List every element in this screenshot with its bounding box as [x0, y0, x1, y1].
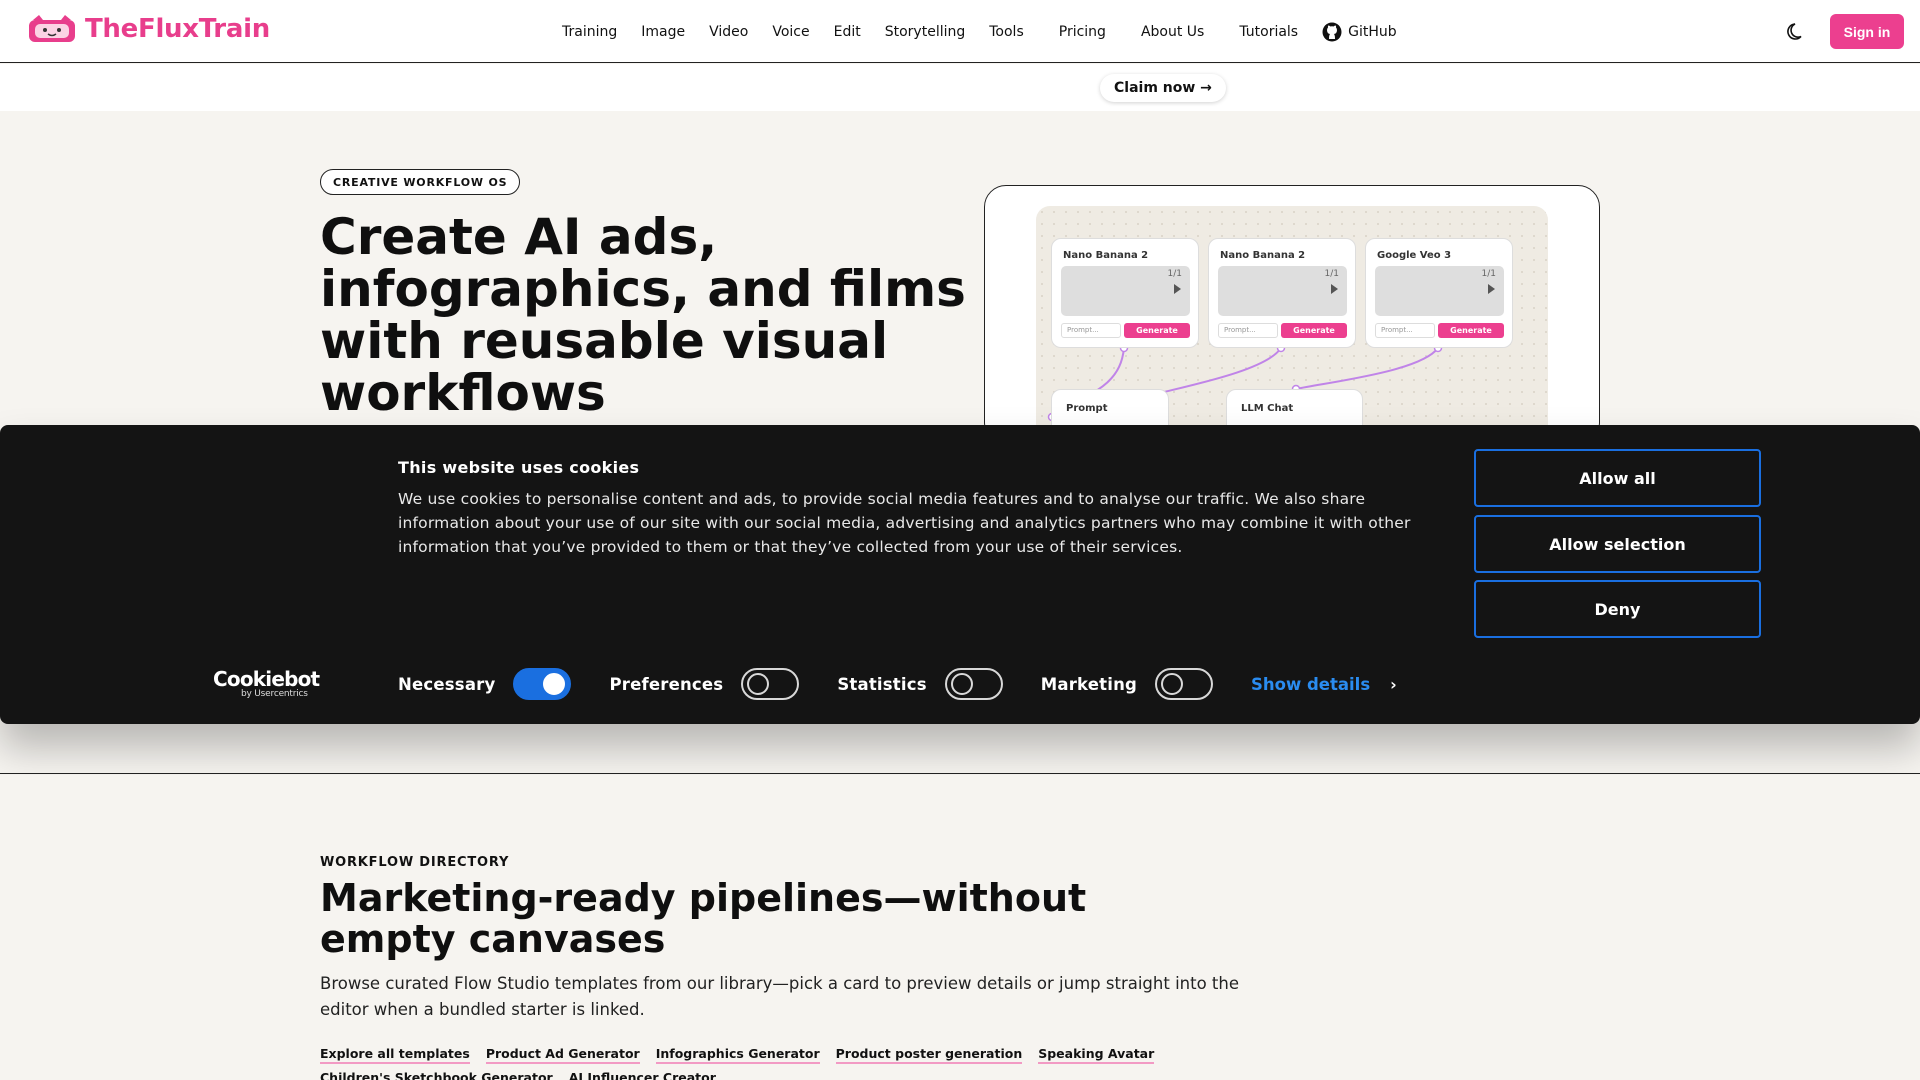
- chevron-right-icon: ›: [1390, 674, 1397, 694]
- toggle-knob: [950, 673, 973, 695]
- node-title: Prompt: [1066, 403, 1108, 414]
- workflow-canvas: Nano Banana 2 1/1 Prompt... Generate Nan…: [1036, 206, 1548, 444]
- template-links: Explore all templates Product Ad Generat…: [320, 1046, 1220, 1080]
- node-title: Nano Banana 2: [1063, 250, 1149, 261]
- link-infographics-generator[interactable]: Infographics Generator: [655, 1046, 820, 1064]
- nav-github-label: GitHub: [1348, 23, 1397, 40]
- node-generate-button[interactable]: Generate: [1281, 323, 1347, 338]
- node-preview: 1/1: [1061, 266, 1190, 316]
- node-preview: 1/1: [1218, 266, 1347, 316]
- section-description: Browse curated Flow Studio templates fro…: [320, 974, 1239, 1019]
- toggle-knob: [1161, 673, 1184, 695]
- play-icon[interactable]: [1331, 284, 1338, 294]
- workflow-node-nano-banana-2[interactable]: Nano Banana 2 1/1 Prompt... Generate: [1208, 238, 1356, 348]
- link-ai-influencer-creator[interactable]: AI Influencer Creator: [569, 1070, 716, 1080]
- toggle-knob: [747, 673, 770, 695]
- main-nav: Training Image Video Voice Edit Storytel…: [562, 0, 1421, 63]
- brand-name: TheFluxTrain: [85, 14, 270, 44]
- statistics-toggle[interactable]: [944, 668, 1003, 700]
- hero-title: Create AI ads, infographics, and films w…: [320, 208, 966, 422]
- nav-tools[interactable]: Tools: [989, 24, 1024, 40]
- play-icon[interactable]: [1174, 284, 1181, 294]
- consent-label-marketing: Marketing: [1040, 674, 1138, 694]
- section-title: Marketing-ready pipelines—without empty …: [320, 876, 1087, 961]
- node-prompt-input[interactable]: Prompt...: [1218, 323, 1278, 338]
- link-product-poster-generation[interactable]: Product poster generation: [835, 1046, 1023, 1064]
- marketing-toggle[interactable]: [1155, 668, 1214, 700]
- allow-selection-button[interactable]: Allow selection: [1474, 515, 1761, 573]
- cookie-banner-title: This website uses cookies: [398, 458, 640, 477]
- node-title: LLM Chat: [1241, 403, 1294, 414]
- claim-now-button[interactable]: Claim now →: [1100, 74, 1226, 102]
- dark-mode-moon-icon[interactable]: [1786, 21, 1808, 43]
- node-count: 1/1: [1167, 269, 1182, 279]
- cookiebot-name: Cookiebot: [213, 667, 320, 691]
- promo-strip: Claim now →: [0, 64, 1920, 111]
- nav-training[interactable]: Training: [562, 24, 617, 40]
- node-generate-button[interactable]: Generate: [1124, 323, 1190, 338]
- workflow-node-nano-banana[interactable]: Nano Banana 2 1/1 Prompt... Generate: [1051, 238, 1199, 348]
- nav-image[interactable]: Image: [641, 24, 685, 40]
- node-title: Google Veo 3: [1377, 250, 1452, 261]
- link-explore-all-templates[interactable]: Explore all templates: [320, 1046, 470, 1064]
- necessary-toggle[interactable]: [513, 668, 572, 700]
- node-count: 1/1: [1481, 269, 1496, 279]
- cookie-banner-text: We use cookies to personalise content an…: [398, 490, 1411, 556]
- node-title: Nano Banana 2: [1220, 250, 1306, 261]
- consent-label-statistics: Statistics: [837, 674, 927, 694]
- nav-about-us[interactable]: About Us: [1141, 24, 1204, 40]
- nav-github[interactable]: GitHub: [1322, 22, 1397, 42]
- show-details-label: Show details: [1251, 674, 1371, 694]
- top-header: TheFluxTrain Training Image Video Voice …: [0, 0, 1920, 63]
- section-kicker: WORKFLOW DIRECTORY: [320, 855, 510, 870]
- cookiebot-logo[interactable]: Cookiebot by Usercentrics: [213, 667, 320, 699]
- cookie-consent-banner: This website uses cookies We use cookies…: [0, 425, 1920, 724]
- toggle-knob: [543, 673, 566, 695]
- workflow-node-google-veo[interactable]: Google Veo 3 1/1 Prompt... Generate: [1365, 238, 1513, 348]
- train-mascot-icon: [29, 15, 75, 42]
- link-product-ad-generator[interactable]: Product Ad Generator: [485, 1046, 640, 1064]
- workflow-directory-section: WORKFLOW DIRECTORY Marketing-ready pipel…: [0, 775, 1920, 1080]
- workflow-preview: Nano Banana 2 1/1 Prompt... Generate Nan…: [984, 185, 1600, 445]
- hero-badge: CREATIVE WORKFLOW OS: [320, 169, 521, 195]
- consent-options: Necessary Preferences Statistics Marketi…: [398, 667, 1397, 701]
- node-prompt-input[interactable]: Prompt...: [1375, 323, 1435, 338]
- nav-storytelling[interactable]: Storytelling: [885, 24, 966, 40]
- nav-edit[interactable]: Edit: [834, 24, 861, 40]
- play-icon[interactable]: [1488, 284, 1495, 294]
- nav-tutorials[interactable]: Tutorials: [1239, 24, 1298, 40]
- consent-label-necessary: Necessary: [398, 674, 496, 694]
- cookiebot-subtitle: by Usercentrics: [241, 689, 308, 699]
- nav-voice[interactable]: Voice: [772, 24, 809, 40]
- deny-button[interactable]: Deny: [1474, 580, 1761, 638]
- consent-label-preferences: Preferences: [609, 674, 724, 694]
- link-childrens-sketchbook-generator[interactable]: Children's Sketchbook Generator: [320, 1070, 553, 1080]
- preferences-toggle[interactable]: [741, 668, 800, 700]
- sign-in-button[interactable]: Sign in: [1830, 14, 1904, 49]
- link-speaking-avatar[interactable]: Speaking Avatar: [1038, 1046, 1155, 1064]
- brand-logo[interactable]: TheFluxTrain: [27, 14, 270, 44]
- node-prompt-input[interactable]: Prompt...: [1061, 323, 1121, 338]
- nav-pricing[interactable]: Pricing: [1059, 24, 1106, 40]
- allow-all-button[interactable]: Allow all: [1474, 449, 1761, 507]
- show-details-link[interactable]: Show details ›: [1251, 675, 1397, 694]
- github-icon: [1322, 22, 1342, 41]
- nav-video[interactable]: Video: [709, 24, 748, 40]
- node-generate-button[interactable]: Generate: [1438, 323, 1504, 338]
- node-count: 1/1: [1324, 269, 1339, 279]
- node-preview: 1/1: [1375, 266, 1504, 316]
